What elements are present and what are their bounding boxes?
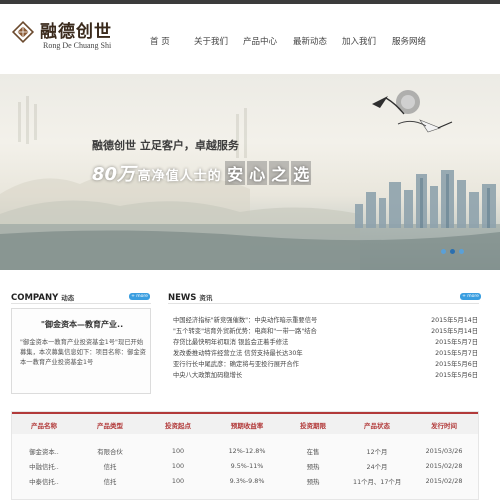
- table-row[interactable]: 御金资本.. 有限合伙 100 12%-12.8% 在售 12个月 2015/0…: [12, 444, 478, 459]
- cell-return: 9.3%-9.8%: [229, 477, 265, 485]
- news-item-date: 2015年5月6日: [435, 372, 478, 379]
- news-item-title[interactable]: 亚行行长中尾武彦：确定将与亚投行展开合作: [173, 359, 299, 368]
- cell-status: 预热: [306, 478, 320, 486]
- news-item-date: 2015年5月7日: [435, 350, 478, 357]
- cell-term: 11个月、17个月: [353, 478, 402, 486]
- table-row[interactable]: 中泰信托.. 信托 100 9.3%-9.8% 预热 11个月、17个月 201…: [12, 474, 478, 489]
- news-subtitle: 资讯: [199, 294, 213, 302]
- news-item[interactable]: 中央八大政策加码稳增长 2015年5月6日: [173, 370, 478, 381]
- banner-char-2: 心: [247, 161, 268, 185]
- banner-char-4: 选: [291, 161, 312, 185]
- cell-date: 2015/03/26: [425, 447, 463, 455]
- product-table: 产品名称 产品类型 投资起点 预期收益率 投资期限 产品状态 发行时间 御金资本…: [11, 411, 479, 500]
- news-item-title[interactable]: 存贷比最快明年初取消 银监会正着手修法: [173, 337, 288, 346]
- banner-char-3: 之: [269, 161, 290, 185]
- banner-pagination: [441, 249, 481, 255]
- hero-banner[interactable]: 融德创世 立足客户，卓越服务 80万 高净值人士的 安心之选: [0, 74, 500, 270]
- cell-term: 24个月: [366, 463, 388, 471]
- site-header: 融德创世 Rong De Chuang Shi 首 页 关于我们 产品中心 最新…: [0, 4, 500, 74]
- news-item[interactable]: 存贷比最快明年初取消 银监会正着手修法 2015年5月7日: [173, 337, 478, 348]
- news-section-title: NEWS 资讯: [168, 292, 212, 303]
- news-item[interactable]: 发改委推动特许经营立法 信贷支持最长达30年 2015年5月7日: [173, 348, 478, 359]
- banner-subline: 高净值人士的: [137, 169, 222, 184]
- cell-date: 2015/02/28: [425, 477, 463, 485]
- nav-about[interactable]: 关于我们: [194, 35, 228, 47]
- news-item-date: 2015年5月14日: [431, 317, 478, 324]
- cell-date: 2015/02/28: [425, 462, 463, 470]
- banner-char-1: 安: [225, 161, 246, 185]
- nav-home[interactable]: 首 页: [150, 35, 170, 47]
- cell-name[interactable]: 中融信托..: [24, 462, 64, 471]
- cell-type: 信托: [103, 463, 117, 471]
- news-item-date: 2015年5月7日: [435, 339, 478, 346]
- company-article-text: "御金资本一教育产业投资基金1号"现已开始募集，本次募集信息如下：项目名称：御金…: [20, 339, 146, 366]
- main-nav: 首 页 关于我们 产品中心 最新动态 加入我们 服务网络: [0, 35, 500, 49]
- col-header-type: 产品类型: [97, 422, 123, 430]
- cell-min: 100: [171, 477, 185, 485]
- col-header-name: 产品名称: [31, 422, 57, 430]
- cell-name[interactable]: 中泰信托..: [24, 477, 64, 486]
- col-header-min: 投资起点: [165, 422, 191, 430]
- cell-status: 预热: [306, 463, 320, 471]
- cell-type: 有限合伙: [97, 448, 123, 456]
- col-header-status: 产品状态: [364, 422, 390, 430]
- company-section-title: COMPANY 动态: [11, 292, 74, 303]
- banner-number: 80万: [92, 164, 136, 185]
- company-divider: [11, 303, 151, 304]
- news-title: NEWS: [168, 293, 197, 303]
- company-more-button[interactable]: + more: [129, 293, 150, 300]
- news-item-title[interactable]: "五个转变"培育外贸新优势：电商和"一带一路"结合: [173, 326, 317, 335]
- product-table-header: 产品名称 产品类型 投资起点 预期收益率 投资期限 产品状态 发行时间: [12, 412, 478, 434]
- nav-join[interactable]: 加入我们: [342, 35, 376, 47]
- news-item[interactable]: 亚行行长中尾武彦：确定将与亚投行展开合作 2015年5月6日: [173, 359, 478, 370]
- news-list: 中国经济指标"新竞强催数"：中央动作暗示重要信号 2015年5月14日 "五个转变…: [173, 315, 478, 381]
- banner-headline: 80万 高净值人士的 安心之选: [92, 160, 312, 186]
- news-item-date: 2015年5月14日: [431, 328, 478, 335]
- cell-min: 100: [171, 462, 185, 470]
- cell-type: 信托: [103, 478, 117, 486]
- company-subtitle: 动态: [61, 294, 75, 302]
- cell-name[interactable]: 御金资本..: [24, 447, 64, 456]
- news-item-date: 2015年5月6日: [435, 361, 478, 368]
- company-article-title[interactable]: "御金资本—教育产业..: [12, 319, 152, 330]
- news-item[interactable]: 中国经济指标"新竞强催数"：中央动作暗示重要信号 2015年5月14日: [173, 315, 478, 326]
- cell-return: 9.5%-11%: [230, 462, 264, 470]
- table-row[interactable]: 中融信托.. 信托 100 9.5%-11% 预热 24个月 2015/02/2…: [12, 459, 478, 474]
- nav-products[interactable]: 产品中心: [243, 35, 277, 47]
- nav-service[interactable]: 服务网络: [392, 35, 426, 47]
- news-item-title[interactable]: 中国经济指标"新竞强催数"：中央动作暗示重要信号: [173, 315, 317, 324]
- cell-status: 在售: [306, 448, 320, 456]
- col-header-term: 投资期限: [300, 422, 326, 430]
- nav-news[interactable]: 最新动态: [293, 35, 327, 47]
- col-header-date: 发行时间: [431, 422, 457, 430]
- cell-min: 100: [171, 447, 185, 455]
- news-divider: [168, 303, 479, 304]
- company-title: COMPANY: [11, 293, 59, 303]
- news-item-title[interactable]: 中央八大政策加码稳增长: [173, 370, 242, 379]
- news-item-title[interactable]: 发改委推动特许经营立法 信贷支持最长达30年: [173, 348, 303, 357]
- slide-dot-3[interactable]: [459, 249, 464, 254]
- cell-return: 12%-12.8%: [228, 447, 266, 455]
- banner-slogan: 融德创世 立足客户，卓越服务: [92, 139, 239, 152]
- col-header-return: 预期收益率: [230, 422, 264, 430]
- news-more-button[interactable]: + more: [460, 293, 481, 300]
- cell-term: 12个月: [366, 448, 388, 456]
- news-item[interactable]: "五个转变"培育外贸新优势：电商和"一带一路"结合 2015年5月14日: [173, 326, 478, 337]
- slide-dot-2[interactable]: [450, 249, 455, 254]
- company-card[interactable]: "御金资本—教育产业.. "御金资本一教育产业投资基金1号"现已开始募集，本次募…: [11, 308, 151, 394]
- slide-dot-1[interactable]: [441, 249, 446, 254]
